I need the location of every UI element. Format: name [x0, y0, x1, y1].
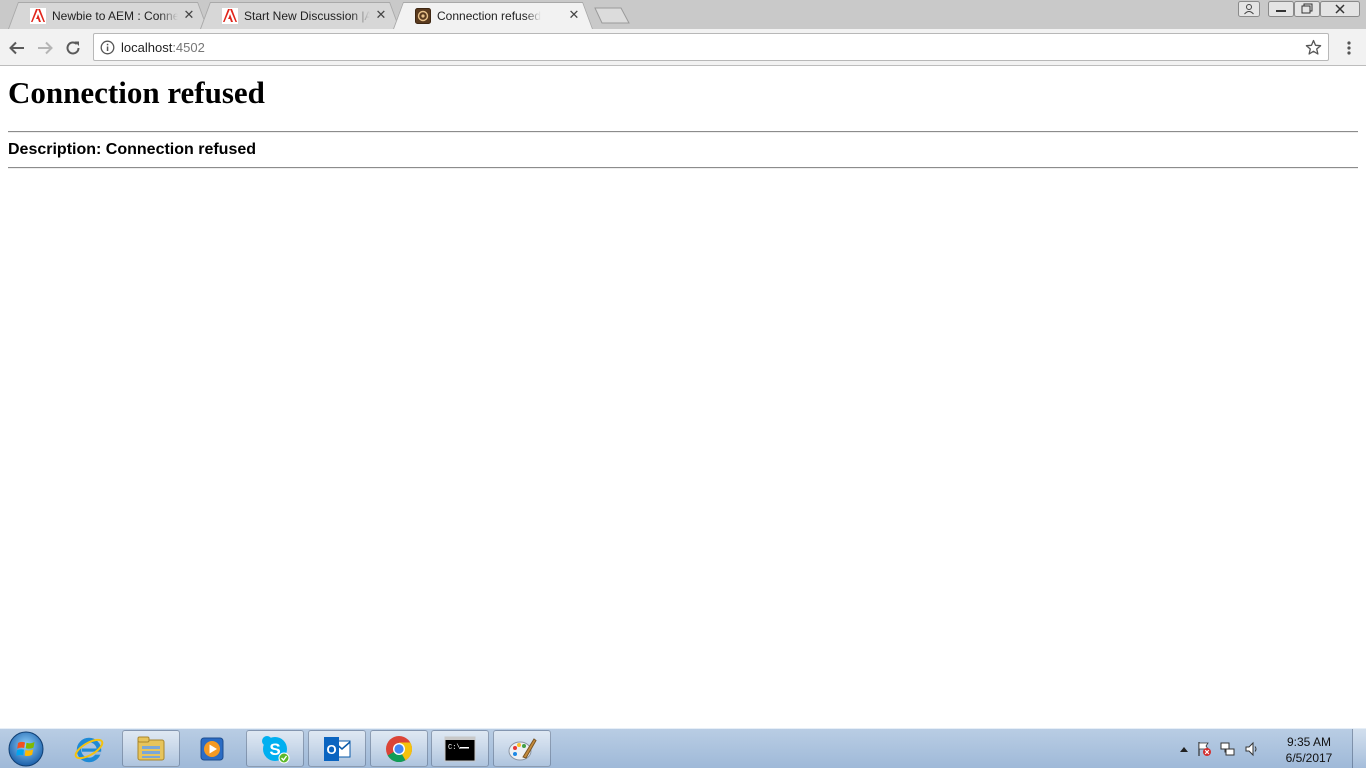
start-button[interactable] [4, 730, 48, 768]
close-tab-icon[interactable]: ✕ [374, 7, 388, 22]
tab-title: Connection refused [437, 8, 542, 23]
tab-strip: Newbie to AEM : Connec ✕ Start New Discu… [0, 0, 1366, 29]
url-port: :4502 [172, 40, 205, 55]
tab-title: Newbie to AEM : Connec [52, 8, 178, 23]
adobe-icon [222, 7, 238, 24]
show-hidden-icons-icon[interactable] [1176, 741, 1192, 757]
svg-text:C:\: C:\ [448, 744, 461, 752]
error-page-icon [415, 7, 431, 24]
taskbar-skype[interactable]: S [246, 730, 304, 767]
clock[interactable]: 9:35 AM 6/5/2017 [1278, 734, 1340, 766]
divider [8, 167, 1358, 169]
taskbar: S O C:\ 9:35 AM 6/5/2017 [0, 728, 1366, 768]
error-description: Description: Connection refused [8, 141, 257, 158]
windows-logo-icon [8, 731, 44, 767]
volume-icon[interactable] [1244, 741, 1260, 757]
back-arrow-icon [9, 41, 24, 55]
outlook-icon: O [324, 736, 351, 761]
clock-date: 6/5/2017 [1285, 751, 1333, 765]
tab-start-new-discussion[interactable]: Start New Discussion |Ad ✕ [200, 2, 400, 29]
forward-button[interactable] [34, 37, 56, 59]
forward-arrow-icon [38, 41, 53, 55]
taskbar-file-explorer[interactable] [122, 730, 180, 767]
browser-toolbar: localhost:4502 [0, 29, 1366, 66]
profile-icon[interactable] [1236, 0, 1262, 18]
system-tray: 9:35 AM 6/5/2017 [1176, 729, 1366, 768]
page-content: Connection refused Description: Connecti… [0, 67, 1366, 728]
divider [8, 131, 1358, 133]
taskbar-chrome[interactable] [370, 730, 428, 767]
internet-explorer-icon [74, 737, 104, 762]
taskbar-internet-explorer[interactable] [60, 730, 118, 767]
new-tab-button[interactable] [594, 7, 630, 24]
url-text[interactable]: localhost:4502 [121, 40, 205, 55]
info-icon[interactable] [100, 40, 115, 55]
tab-connection-refused[interactable]: Connection refused ✕ [393, 2, 593, 29]
adobe-icon [30, 7, 46, 24]
taskbar-media-player[interactable] [183, 730, 241, 767]
action-center-flag-icon[interactable] [1196, 741, 1212, 757]
clock-time: 9:35 AM [1286, 735, 1332, 749]
taskbar-paint[interactable] [493, 730, 551, 767]
file-explorer-icon [137, 736, 165, 760]
skype-icon: S [262, 735, 290, 763]
tab-title: Start New Discussion |Ad [244, 8, 370, 23]
paint-icon [508, 737, 537, 760]
minimize-button[interactable] [1268, 0, 1294, 18]
taskbar-command-prompt[interactable]: C:\ [431, 730, 489, 767]
chrome-icon [386, 735, 413, 762]
browser-menu-icon[interactable] [1342, 38, 1356, 58]
close-tab-icon[interactable]: ✕ [567, 7, 581, 22]
taskbar-outlook[interactable]: O [308, 730, 366, 767]
svg-text:O: O [326, 742, 336, 757]
back-button[interactable] [6, 37, 28, 59]
page-title: Connection refused [8, 75, 265, 110]
restore-button[interactable] [1294, 0, 1320, 18]
reload-button[interactable] [62, 37, 84, 59]
close-window-button[interactable] [1320, 0, 1360, 18]
bookmark-star-icon[interactable] [1305, 39, 1322, 56]
url-host: localhost [121, 40, 173, 55]
show-desktop-button[interactable] [1352, 729, 1366, 768]
command-prompt-icon: C:\ [444, 736, 476, 761]
network-icon[interactable] [1220, 741, 1236, 757]
close-tab-icon[interactable]: ✕ [182, 7, 196, 22]
tab-newbie-to-aem[interactable]: Newbie to AEM : Connec ✕ [8, 2, 208, 29]
address-bar[interactable]: localhost:4502 [93, 33, 1329, 61]
media-player-icon [200, 737, 224, 760]
reload-icon [66, 41, 80, 55]
